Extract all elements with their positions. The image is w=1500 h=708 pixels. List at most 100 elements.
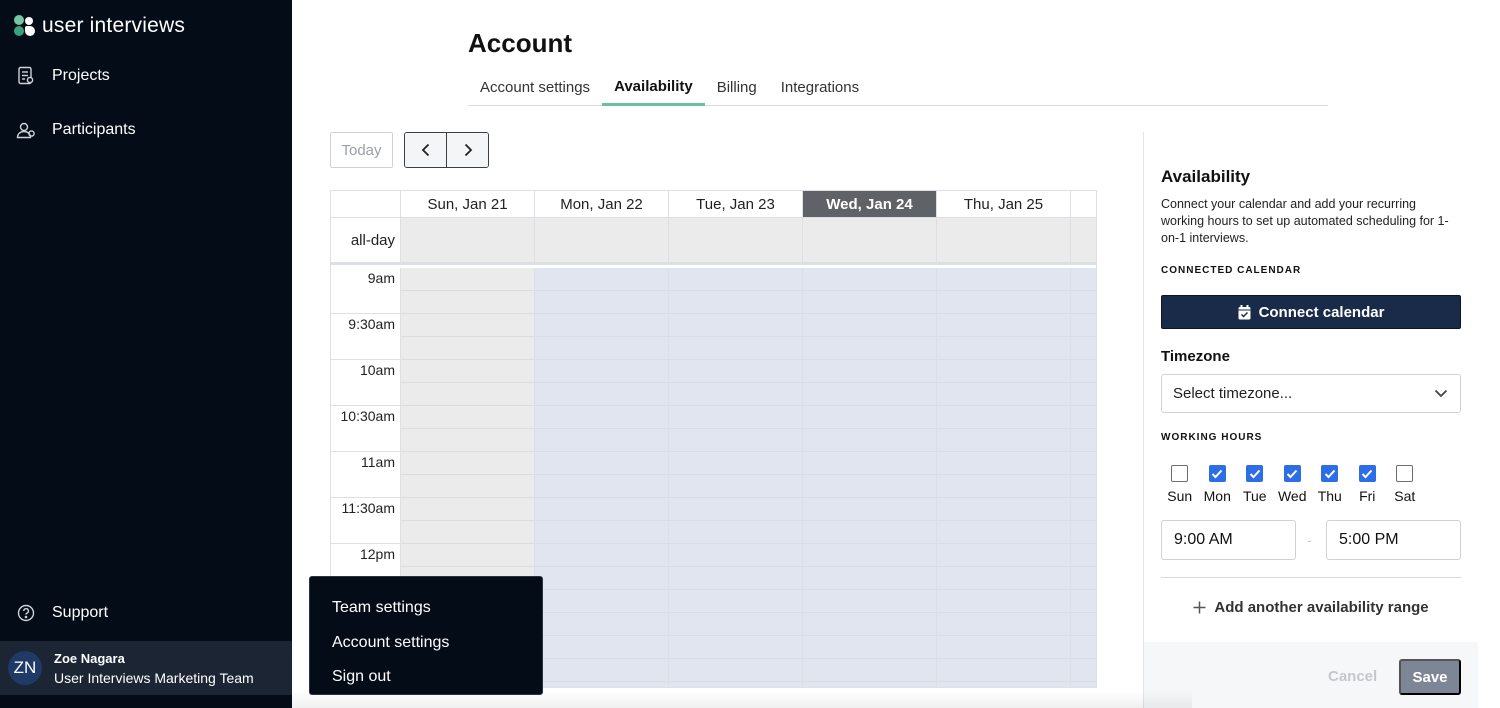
day-checkbox-wed: Wed [1274, 465, 1312, 504]
day-column-thu[interactable] [937, 268, 1071, 687]
today-button[interactable]: Today [330, 132, 393, 168]
day-header-today: Wed, Jan 24 [803, 191, 937, 217]
day-checkbox-tue: Tue [1236, 465, 1274, 504]
panel-title: Availability [1161, 167, 1251, 186]
user-menu: Team settings Account settings Sign out [309, 576, 543, 695]
time-separator: - [1307, 532, 1312, 548]
day-checkbox-fri: Fri [1349, 465, 1387, 504]
connect-calendar-button[interactable]: Connect calendar [1161, 295, 1461, 329]
allday-cell[interactable] [401, 218, 535, 262]
checkbox[interactable] [1358, 465, 1376, 482]
time-label: 10am [359, 362, 395, 378]
day-checkbox-mon: Mon [1199, 465, 1237, 504]
page-title: Account [468, 28, 572, 58]
logo[interactable]: user interviews [14, 14, 185, 38]
calendar-header: Sun, Jan 21 Mon, Jan 22 Tue, Jan 23 Wed,… [331, 191, 1096, 218]
start-time-input[interactable]: 9:00 AM [1161, 520, 1296, 560]
divider [1161, 577, 1461, 578]
tab-billing[interactable]: Billing [705, 72, 769, 106]
day-label: Tue [1242, 488, 1267, 504]
check-icon [1287, 469, 1298, 478]
allday-cell[interactable] [803, 218, 937, 262]
calendar-corner [331, 191, 401, 217]
timezone-select[interactable]: Select timezone... [1161, 374, 1461, 413]
day-label: Fri [1359, 488, 1376, 504]
check-icon [1212, 469, 1223, 478]
sidebar-item-participants[interactable]: Participants [16, 120, 136, 140]
allday-cell[interactable] [937, 218, 1071, 262]
working-days: Sun Mon Tue Wed Thu Fri Sat [1161, 465, 1424, 504]
cancel-button[interactable]: Cancel [1328, 668, 1377, 685]
sidebar-item-support[interactable]: Support [16, 603, 108, 623]
connected-calendar-label: CONNECTED CALENDAR [1161, 265, 1302, 276]
day-header: Mon, Jan 22 [535, 191, 669, 217]
day-label: Wed [1277, 488, 1307, 504]
allday-cell[interactable] [669, 218, 803, 262]
day-column-partial[interactable] [1071, 268, 1096, 687]
day-column-wed[interactable] [803, 268, 937, 687]
people-icon [16, 120, 36, 140]
add-range-button[interactable]: Add another availability range [1161, 599, 1461, 616]
timezone-placeholder: Select timezone... [1173, 385, 1293, 402]
allday-row: all-day [331, 218, 1096, 265]
tab-availability[interactable]: Availability [602, 72, 705, 106]
menu-item-team-settings[interactable]: Team settings [310, 591, 542, 626]
day-header: Thu, Jan 25 [937, 191, 1071, 217]
chevron-down-icon [1434, 389, 1448, 398]
sidebar-item-label: Projects [52, 67, 110, 84]
chevron-right-icon [464, 143, 472, 157]
day-header: Tue, Jan 23 [669, 191, 803, 217]
allday-cell[interactable] [535, 218, 669, 262]
day-header: Sun, Jan 21 [401, 191, 535, 217]
checkbox[interactable] [1171, 465, 1189, 482]
avatar: ZN [8, 651, 42, 685]
logo-text: user interviews [42, 14, 186, 37]
day-label: Sun [1167, 488, 1193, 504]
time-label: 12pm [359, 546, 395, 562]
check-icon [1324, 469, 1335, 478]
day-label: Thu [1317, 488, 1342, 504]
checkbox[interactable] [1246, 465, 1264, 482]
check-icon [1249, 469, 1260, 478]
day-label: Mon [1203, 488, 1231, 504]
menu-item-account-settings[interactable]: Account settings [310, 626, 542, 661]
time-label: 11am [361, 454, 395, 470]
allday-label: all-day [331, 218, 401, 262]
checkbox[interactable] [1396, 465, 1414, 482]
menu-item-sign-out[interactable]: Sign out [310, 660, 542, 695]
user-account-button[interactable]: ZN Zoe Nagara User Interviews Marketing … [0, 641, 292, 695]
day-checkbox-sun: Sun [1161, 465, 1199, 504]
tab-account-settings[interactable]: Account settings [468, 72, 602, 106]
end-time-input[interactable]: 5:00 PM [1326, 520, 1461, 560]
checkbox[interactable] [1208, 465, 1226, 482]
help-circle-icon [16, 603, 36, 623]
calendar-check-icon [1238, 304, 1251, 319]
sidebar-item-projects[interactable]: Projects [16, 66, 110, 86]
plus-icon [1193, 601, 1206, 614]
app-root: user interviews Projects Participants Su… [0, 0, 1500, 708]
tab-integrations[interactable]: Integrations [769, 72, 871, 106]
connect-calendar-label: Connect calendar [1258, 303, 1385, 321]
day-header-partial [1071, 191, 1096, 217]
document-list-icon [16, 66, 36, 86]
account-tabs: Account settings Availability Billing In… [468, 72, 1328, 106]
checkbox[interactable] [1321, 465, 1339, 482]
save-button[interactable]: Save [1399, 659, 1461, 695]
time-label: 9am [367, 270, 395, 286]
allday-cell[interactable] [1071, 218, 1096, 262]
calendar-nav [404, 132, 489, 168]
panel-divider [1143, 132, 1144, 708]
sidebar-item-label: Support [52, 604, 109, 621]
user-team: User Interviews Marketing Team [54, 669, 254, 686]
panel-description: Connect your calendar and add your recur… [1161, 197, 1449, 245]
prev-week-button[interactable] [405, 133, 446, 167]
time-label: 11:30am [341, 500, 395, 516]
user-info: Zoe Nagara User Interviews Marketing Tea… [54, 651, 254, 686]
day-column-mon[interactable] [535, 268, 669, 687]
add-range-label: Add another availability range [1214, 599, 1429, 616]
next-week-button[interactable] [446, 133, 488, 167]
checkbox[interactable] [1283, 465, 1301, 482]
day-column-tue[interactable] [669, 268, 803, 687]
sidebar: user interviews Projects Participants Su… [0, 0, 292, 708]
sidebar-item-label: Participants [52, 121, 136, 138]
